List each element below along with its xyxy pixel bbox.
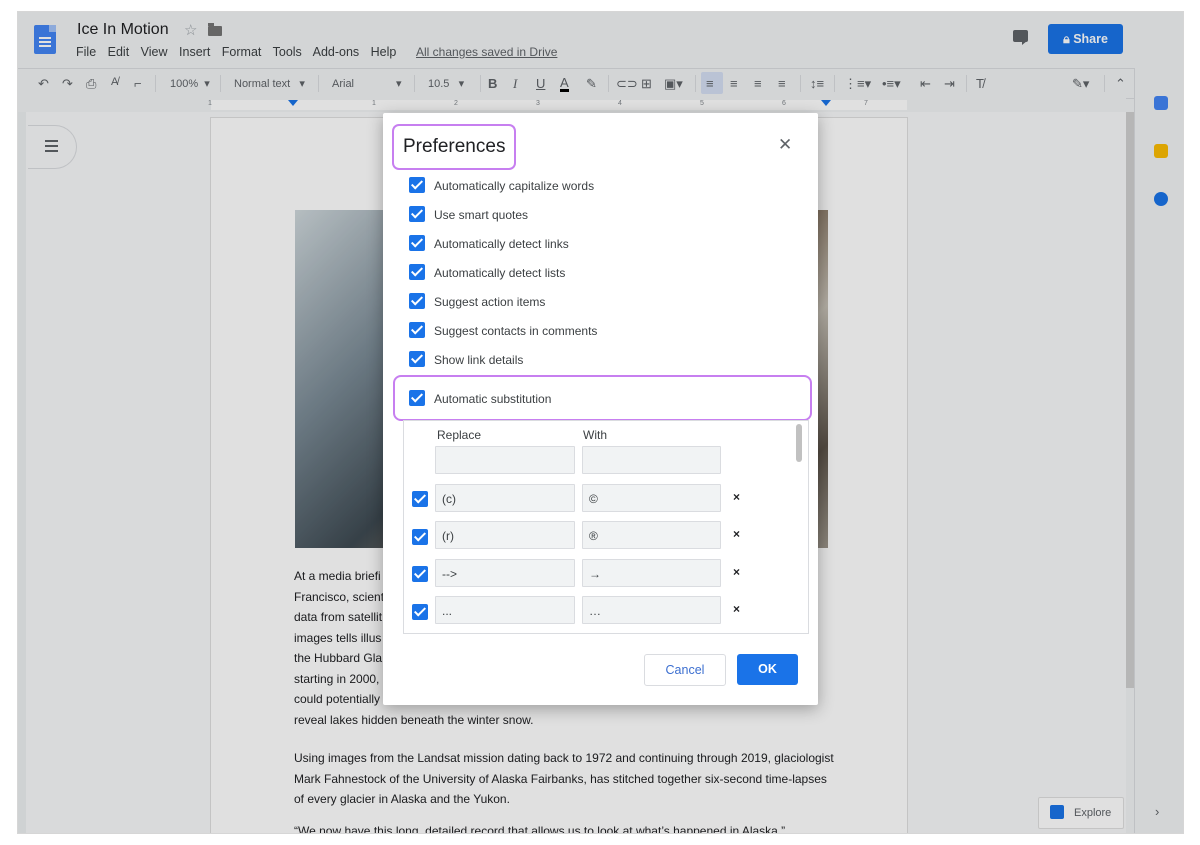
row-checkbox[interactable] <box>412 529 428 545</box>
checkbox[interactable] <box>409 322 425 338</box>
remove-row-icon[interactable]: × <box>733 527 740 541</box>
remove-row-icon[interactable]: × <box>733 490 740 504</box>
replace-input[interactable]: ... <box>435 596 575 624</box>
checkbox[interactable] <box>409 293 425 309</box>
dialog-title: Preferences <box>392 124 517 170</box>
new-replace-input[interactable] <box>435 446 575 474</box>
with-input[interactable]: © <box>582 484 721 512</box>
checkbox[interactable] <box>409 235 425 251</box>
table-scrollbar[interactable] <box>796 424 802 462</box>
remove-row-icon[interactable]: × <box>733 602 740 616</box>
preferences-dialog: Preferences ✕ Automatically capitalize w… <box>383 113 818 705</box>
with-header: With <box>583 428 607 442</box>
with-input[interactable]: ® <box>582 521 721 549</box>
new-with-input[interactable] <box>582 446 721 474</box>
checkbox[interactable] <box>409 177 425 193</box>
substitution-table: Replace With (c) © × (r) ® × --> → × ...… <box>403 420 809 634</box>
with-input[interactable]: … <box>582 596 721 624</box>
replace-header: Replace <box>437 428 482 442</box>
cancel-button[interactable]: Cancel <box>644 654 726 686</box>
replace-input[interactable]: --> <box>435 559 575 587</box>
replace-input[interactable]: (c) <box>435 484 575 512</box>
close-icon[interactable]: ✕ <box>778 135 792 155</box>
row-checkbox[interactable] <box>412 491 428 507</box>
with-input[interactable]: → <box>582 559 721 587</box>
remove-row-icon[interactable]: × <box>733 565 740 579</box>
checkbox[interactable] <box>409 264 425 280</box>
checkbox[interactable] <box>409 206 425 222</box>
row-checkbox[interactable] <box>412 566 428 582</box>
checkbox[interactable] <box>409 390 425 406</box>
ok-button[interactable]: OK <box>737 654 798 685</box>
checkbox[interactable] <box>409 351 425 367</box>
row-checkbox[interactable] <box>412 604 428 620</box>
replace-input[interactable]: (r) <box>435 521 575 549</box>
